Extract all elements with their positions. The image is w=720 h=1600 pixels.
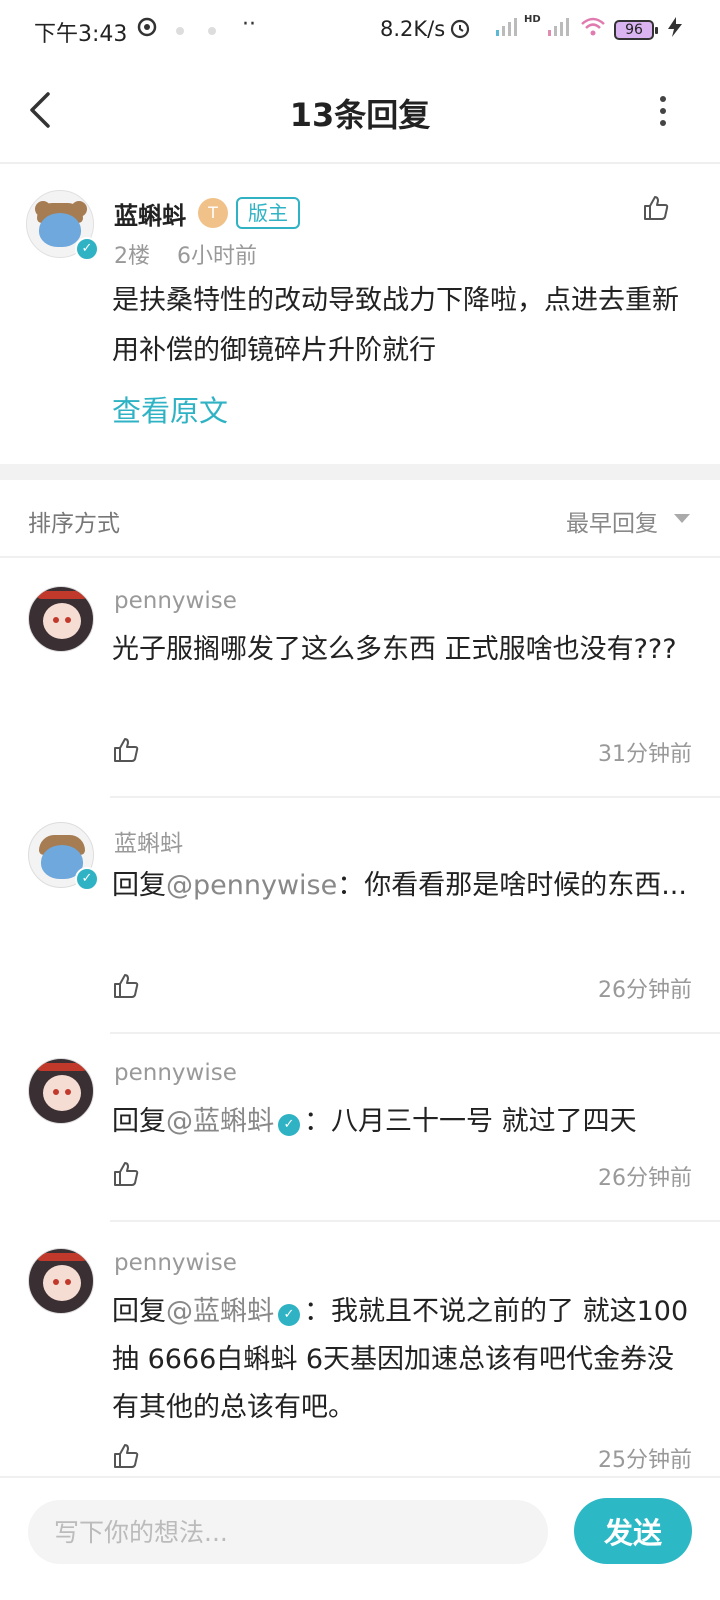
comment-input-bar: 发送 (0, 1476, 720, 1600)
mention-link[interactable]: @pennywise (166, 870, 337, 901)
kebab-dot-icon (660, 120, 666, 126)
sort-dropdown[interactable]: 最早回复 (566, 504, 658, 538)
kebab-dot-icon (660, 96, 666, 102)
hd-label: HD (524, 14, 541, 25)
like-thumb-icon[interactable] (112, 1442, 140, 1470)
network-speed: 8.2K/s (380, 17, 446, 41)
post-content: 是扶桑特性的改动导致战力下降啦，点进去重新用补偿的御镜碎片升阶就行 (112, 285, 679, 366)
comment-text: 回复@蓝蝌蚪 ✓ ：八月三十一号 就过了四天 (112, 1098, 692, 1146)
post-meta: 2楼 6小时前 (114, 238, 277, 270)
verified-badge-icon: ✓ (278, 1114, 300, 1136)
mention-link[interactable]: @蓝蝌蚪 (166, 1296, 274, 1327)
like-thumb-icon[interactable] (642, 194, 670, 222)
notification-dot-icon (208, 27, 216, 35)
avatar[interactable]: ✓ (26, 190, 99, 261)
comment-author[interactable]: pennywise (114, 1060, 237, 1086)
avatar[interactable] (28, 1058, 94, 1124)
caret-down-icon[interactable] (674, 514, 690, 523)
post-time: 6小时前 (177, 244, 257, 269)
reply-prefix: 回复 (112, 870, 166, 901)
mention-link[interactable]: @蓝蝌蚪 (166, 1106, 274, 1137)
status-time: 下午3:43 (34, 22, 128, 47)
battery-indicator: 96 (614, 20, 658, 40)
avatar[interactable] (28, 586, 94, 652)
section-divider (0, 464, 720, 480)
comment-input[interactable] (28, 1500, 548, 1564)
kebab-dot-icon (660, 108, 666, 114)
verified-badge-icon: ✓ (75, 237, 99, 261)
comment-time: 25分钟前 (598, 1448, 692, 1473)
post-author-name[interactable]: 蓝蝌蚪 (114, 196, 186, 231)
post-floor: 2楼 (114, 244, 150, 269)
comment-time: 26分钟前 (598, 978, 692, 1003)
wifi-icon (580, 16, 606, 43)
comment-text: 光子服搁哪发了这么多东西 正式服啥也没有??? (112, 634, 677, 665)
divider (110, 1220, 720, 1222)
alarm-icon (448, 16, 472, 45)
notification-dot-icon (176, 27, 184, 35)
status-bar: 下午3:43 ·· 8.2K/s HD 96 (0, 0, 720, 60)
like-thumb-icon[interactable] (112, 1160, 140, 1188)
send-button[interactable]: 发送 (574, 1498, 692, 1564)
sort-bar: 排序方式 最早回复 (0, 480, 720, 558)
more-options-button[interactable] (658, 96, 668, 130)
comment-time: 31分钟前 (598, 742, 692, 767)
verified-badge-icon: ✓ (75, 867, 99, 891)
like-thumb-icon[interactable] (112, 736, 140, 764)
signal-icon (494, 16, 520, 43)
avatar[interactable] (28, 1248, 94, 1314)
reply-prefix: 回复 (112, 1296, 166, 1327)
sync-icon (136, 16, 158, 43)
verified-badge-icon: ✓ (278, 1304, 300, 1326)
avatar[interactable]: ✓ (28, 822, 99, 891)
comment-author[interactable]: pennywise (114, 1250, 237, 1276)
like-thumb-icon[interactable] (112, 972, 140, 1000)
comment-text: 回复@蓝蝌蚪 ✓ ：我就且不说之前的了 就这100抽 6666白蝌蚪 6天基因加速总… (112, 1288, 692, 1432)
top-app-bar: 13条回复 (0, 60, 720, 164)
sort-label: 排序方式 (28, 511, 120, 537)
level-badge-icon: T (198, 198, 228, 228)
divider (110, 1032, 720, 1034)
moderator-tag: 版主 (236, 197, 300, 229)
view-original-link[interactable]: 查看原文 (112, 388, 228, 430)
reply-prefix: 回复 (112, 1106, 166, 1137)
comment-author[interactable]: 蓝蝌蚪 (114, 824, 183, 858)
signal-2-icon (546, 16, 572, 43)
comment-author[interactable]: pennywise (114, 588, 237, 614)
reply-body: ：你看看那是啥时候的东西... (337, 870, 687, 901)
charging-icon (664, 16, 686, 43)
more-notifications-icon: ·· (242, 12, 256, 37)
comment-time: 26分钟前 (598, 1166, 692, 1191)
divider (110, 796, 720, 798)
comment-text: 回复@pennywise：你看看那是啥时候的东西... (112, 862, 692, 910)
page-title: 13条回复 (289, 96, 431, 134)
reply-body: ：八月三十一号 就过了四天 (304, 1106, 637, 1137)
